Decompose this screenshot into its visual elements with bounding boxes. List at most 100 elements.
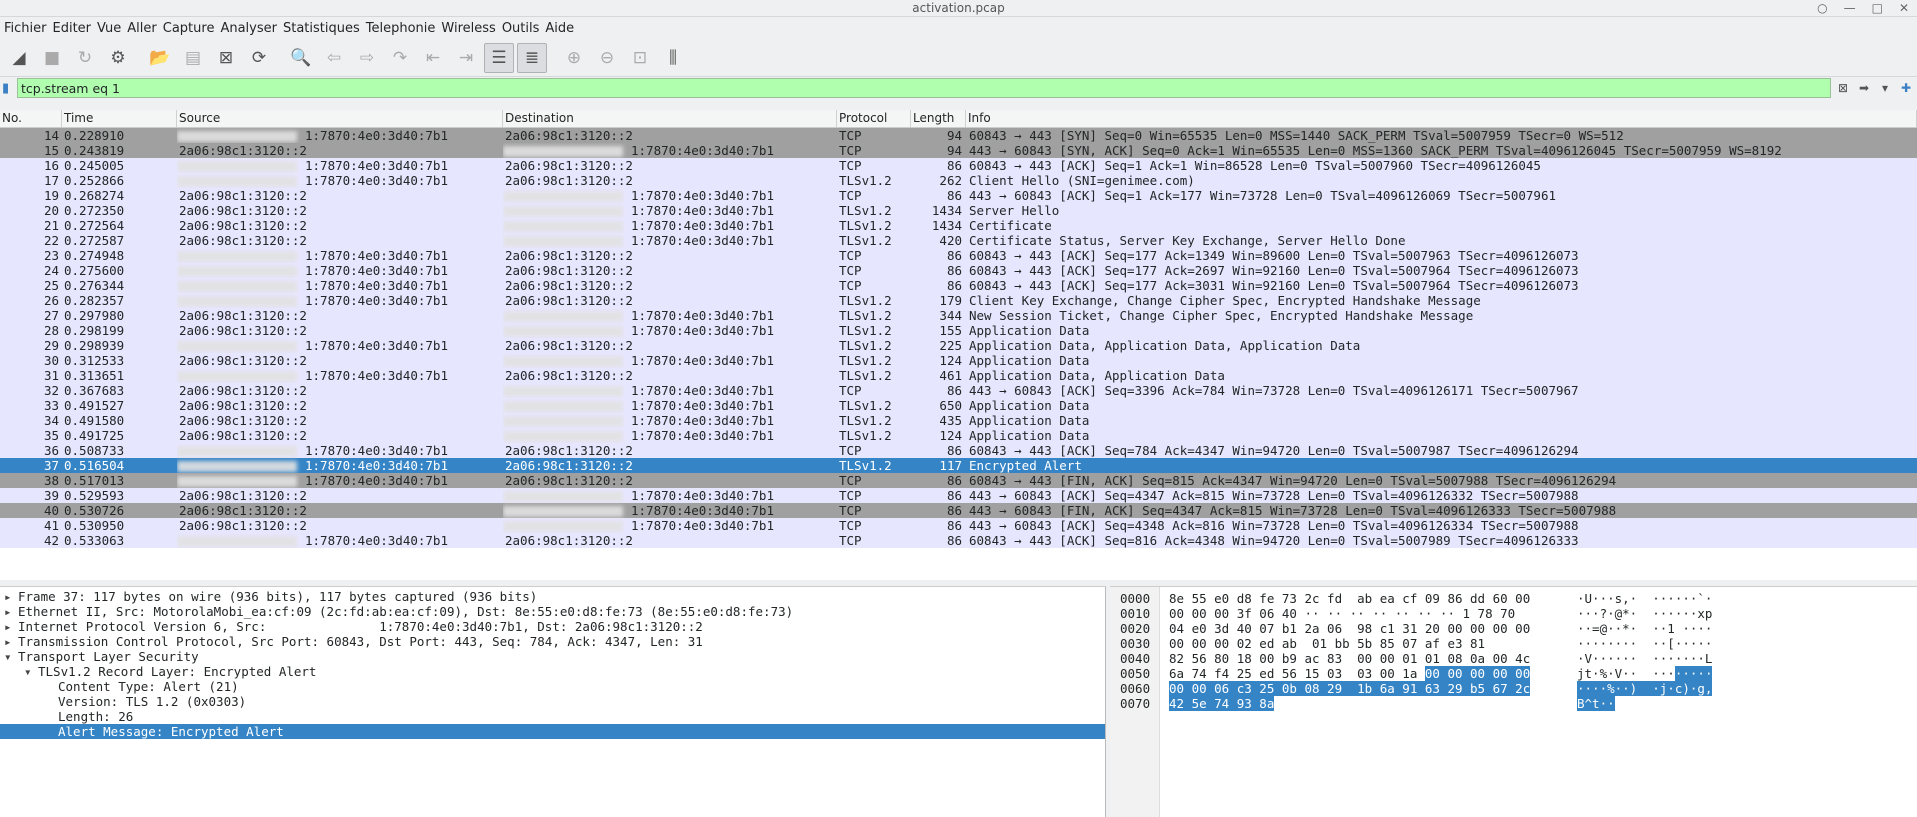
stop-capture-icon[interactable]: ■ (37, 43, 67, 73)
byte-hex[interactable]: 42 5e 74 93 8a (1169, 696, 1275, 711)
byte-ascii[interactable]: ····%··) ·j·c)·g, (1577, 681, 1713, 696)
normal-size-icon[interactable]: ⊡ (625, 43, 655, 73)
restart-capture-icon[interactable]: ↻ (70, 43, 100, 73)
expand-arrow-icon[interactable]: ▸ (4, 619, 18, 634)
byte-hex[interactable]: 00 00 00 02 ed ab 01 bb 5b 85 07 af e3 8… (1169, 636, 1485, 651)
col-header-info[interactable]: Info (966, 110, 1917, 127)
packet-row[interactable]: 25 0.276344 1:7870:4e0:3d40:7b1 2a06:98c1:3… (0, 278, 1917, 293)
col-header-no[interactable]: No. (0, 110, 62, 127)
expand-arrow-icon[interactable]: ▾ (4, 649, 18, 664)
packet-row[interactable]: 37 0.516504 1:7870:4e0:3d40:7b1 2a06:98c1:3… (0, 458, 1917, 473)
zoom-in-icon[interactable]: ⊕ (559, 43, 589, 73)
packet-row[interactable]: 15 0.243819 2a06:98c1:3120::2 1:7870:4e0:3d… (0, 143, 1917, 158)
byte-ascii[interactable]: ··=@··*· ··1 ···· (1577, 621, 1712, 636)
menu-capture[interactable]: Capture (163, 21, 221, 36)
apply-filter-icon[interactable]: ➡ (1855, 79, 1873, 97)
packet-row[interactable]: 35 0.491725 2a06:98c1:3120::2 1:7870:4e0:3d… (0, 428, 1917, 443)
byte-ascii[interactable]: B^t·· (1577, 696, 1615, 711)
resize-columns-icon[interactable]: ⫼ (658, 43, 688, 73)
packet-row[interactable]: 27 0.297980 2a06:98c1:3120::2 1:7870:4e0:3d… (0, 308, 1917, 323)
go-back-icon[interactable]: ⇦ (319, 43, 349, 73)
packet-row[interactable]: 24 0.275600 1:7870:4e0:3d40:7b1 2a06:98c1:3… (0, 263, 1917, 278)
col-header-protocol[interactable]: Protocol (837, 110, 911, 127)
expand-arrow-icon[interactable]: ▸ (4, 604, 18, 619)
display-filter-input[interactable]: tcp.stream eq 1 (17, 78, 1831, 98)
packet-row[interactable]: 21 0.272564 2a06:98c1:3120::2 1:7870:4e0:3d… (0, 218, 1917, 233)
menu-analyser[interactable]: Analyser (220, 21, 283, 36)
byte-hex[interactable]: 00 00 06 c3 25 0b 08 29 1b 6a 91 63 29 b… (1169, 681, 1531, 696)
last-packet-icon[interactable]: ⇥ (451, 43, 481, 73)
packet-row[interactable]: 29 0.298939 1:7870:4e0:3d40:7b1 2a06:98c1:3… (0, 338, 1917, 353)
menu-editer[interactable]: Editer (53, 21, 98, 36)
zoom-out-icon[interactable]: ⊖ (592, 43, 622, 73)
close-file-icon[interactable]: ⊠ (211, 43, 241, 73)
byte-ascii[interactable]: ········ ··[····· (1577, 636, 1712, 651)
detail-row[interactable]: ▸ Ethernet II, Src: MotorolaMobi_ea:cf:09… (0, 604, 1105, 619)
menu-statistiques[interactable]: Statistiques (283, 21, 366, 36)
detail-row[interactable]: Length: 26 (0, 709, 1105, 724)
find-packet-icon[interactable]: 🔍 (286, 43, 316, 73)
menu-fichier[interactable]: Fichier (4, 21, 53, 36)
open-file-icon[interactable]: 📂 (145, 43, 175, 73)
menu-telephonie[interactable]: Telephonie (366, 21, 442, 36)
expand-arrow-icon[interactable]: ▾ (24, 664, 38, 679)
byte-ascii[interactable]: ·V······ ·······L (1577, 651, 1712, 666)
packet-row[interactable]: 19 0.268274 2a06:98c1:3120::2 1:7870:4e0:3d… (0, 188, 1917, 203)
menu-aller[interactable]: Aller (127, 21, 162, 36)
packet-row[interactable]: 26 0.282357 1:7870:4e0:3d40:7b1 2a06:98c1:3… (0, 293, 1917, 308)
add-filter-icon[interactable]: ✚ (1897, 79, 1915, 97)
packet-row[interactable]: 41 0.530950 2a06:98c1:3120::2 1:7870:4e0:3d… (0, 518, 1917, 533)
reload-file-icon[interactable]: ⟳ (244, 43, 274, 73)
minimize-icon[interactable]: — (1844, 1, 1856, 15)
col-header-time[interactable]: Time (62, 110, 177, 127)
menu-vue[interactable]: Vue (97, 21, 127, 36)
detail-row[interactable]: Content Type: Alert (21) (0, 679, 1105, 694)
packet-row[interactable]: 14 0.228910 1:7870:4e0:3d40:7b1 2a06:98c1:3… (0, 128, 1917, 143)
go-to-packet-icon[interactable]: ↷ (385, 43, 415, 73)
byte-hex[interactable]: 00 00 00 3f 06 40 ·· ·· ·· ·· ·· ·· ·· 1… (1169, 606, 1515, 621)
packet-row[interactable]: 30 0.312533 2a06:98c1:3120::2 1:7870:4e0:3d… (0, 353, 1917, 368)
packet-row[interactable]: 20 0.272350 2a06:98c1:3120::2 1:7870:4e0:3d… (0, 203, 1917, 218)
byte-hex[interactable]: 82 56 80 18 00 b9 ac 83 00 00 01 01 08 0… (1169, 651, 1530, 666)
menu-aide[interactable]: Aide (545, 21, 580, 36)
menu-wireless[interactable]: Wireless (441, 21, 501, 36)
detail-row[interactable]: ▸ Internet Protocol Version 6, Src: 1:787… (0, 619, 1105, 634)
packet-row[interactable]: 17 0.252866 1:7870:4e0:3d40:7b1 2a06:98c1:3… (0, 173, 1917, 188)
detail-row[interactable]: ▸ Frame 37: 117 bytes on wire (936 bits),… (0, 589, 1105, 604)
packet-row[interactable]: 33 0.491527 2a06:98c1:3120::2 1:7870:4e0:3d… (0, 398, 1917, 413)
packet-row[interactable]: 38 0.517013 1:7870:4e0:3d40:7b1 2a06:98c1:3… (0, 473, 1917, 488)
col-header-length[interactable]: Length (911, 110, 966, 127)
byte-ascii[interactable]: ·U···s,· ······`· (1577, 591, 1712, 606)
byte-hex[interactable]: 04 e0 3d 40 07 b1 2a 06 98 c1 31 20 00 0… (1169, 621, 1530, 636)
packet-row[interactable]: 16 0.245005 1:7870:4e0:3d40:7b1 2a06:98c1:3… (0, 158, 1917, 173)
packet-row[interactable]: 34 0.491580 2a06:98c1:3120::2 1:7870:4e0:3d… (0, 413, 1917, 428)
go-forward-icon[interactable]: ⇨ (352, 43, 382, 73)
detail-row[interactable]: Alert Message: Encrypted Alert (0, 724, 1105, 739)
byte-ascii[interactable]: ···?·@*· ······xp (1577, 606, 1712, 621)
capture-options-icon[interactable]: ⚙ (103, 43, 133, 73)
detail-row[interactable]: ▾ Transport Layer Security (0, 649, 1105, 664)
packet-row[interactable]: 42 0.533063 1:7870:4e0:3d40:7b1 2a06:98c1:3… (0, 533, 1917, 548)
bookmark-icon[interactable]: ▮ (2, 81, 14, 96)
maximize-icon[interactable]: □ (1872, 1, 1883, 15)
filter-history-icon[interactable]: ▾ (1876, 79, 1894, 97)
col-header-destination[interactable]: Destination (503, 110, 837, 127)
first-packet-icon[interactable]: ⇤ (418, 43, 448, 73)
expand-arrow-icon[interactable]: ▸ (4, 589, 18, 604)
packet-row[interactable]: 40 0.530726 2a06:98c1:3120::2 1:7870:4e0:3d… (0, 503, 1917, 518)
restore-icon[interactable]: ○ (1817, 1, 1827, 15)
detail-row[interactable]: Version: TLS 1.2 (0x0303) (0, 694, 1105, 709)
shark-fin-start-icon[interactable]: ◢ (4, 43, 34, 73)
save-file-icon[interactable]: ▤ (178, 43, 208, 73)
menu-outils[interactable]: Outils (502, 21, 546, 36)
expand-arrow-icon[interactable]: ▸ (4, 634, 18, 649)
clear-filter-icon[interactable]: ⊠ (1834, 79, 1852, 97)
close-icon[interactable]: ✕ (1899, 1, 1909, 15)
autoscroll-icon[interactable]: ☰ (484, 42, 514, 73)
colorize-icon[interactable]: ≣ (517, 42, 547, 73)
packet-row[interactable]: 31 0.313651 1:7870:4e0:3d40:7b1 2a06:98c1:3… (0, 368, 1917, 383)
byte-hex[interactable]: 6a 74 f4 25 ed 56 15 03 03 00 1a 00 00 0… (1169, 666, 1531, 681)
packet-row[interactable]: 23 0.274948 1:7870:4e0:3d40:7b1 2a06:98c1:3… (0, 248, 1917, 263)
detail-row[interactable]: ▸ Transmission Control Protocol, Src Port… (0, 634, 1105, 649)
detail-row[interactable]: ▾ TLSv1.2 Record Layer: Encrypted Alert (0, 664, 1105, 679)
